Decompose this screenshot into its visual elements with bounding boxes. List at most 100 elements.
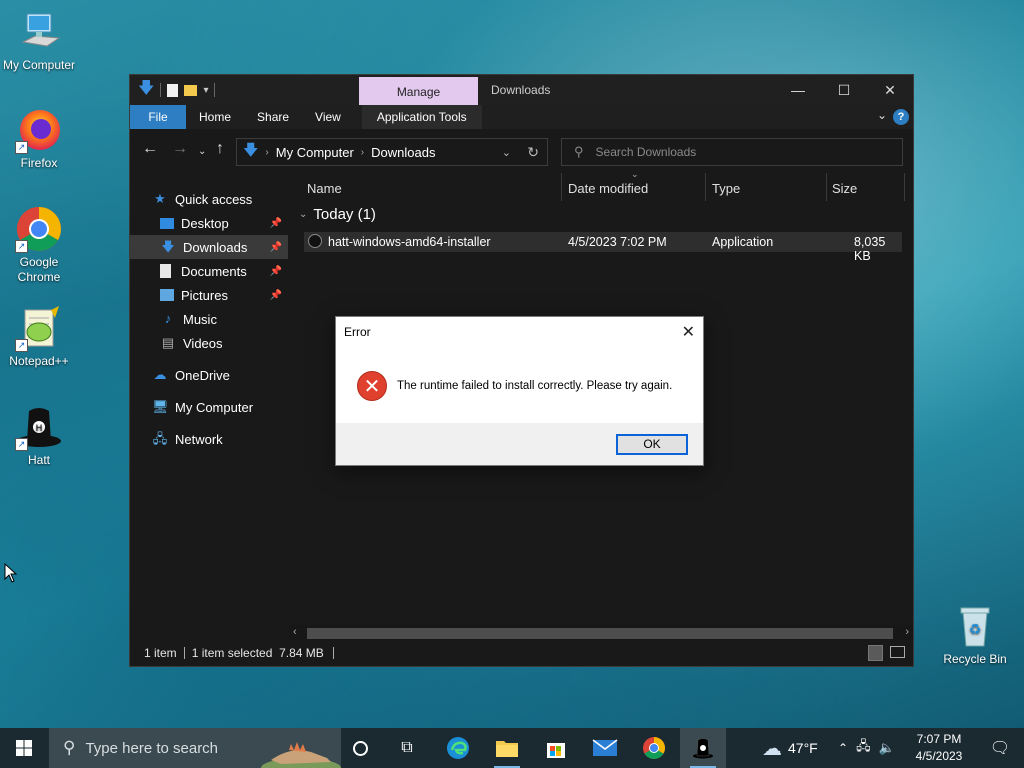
column-separator[interactable] xyxy=(826,173,827,201)
network-icon[interactable]: 🖧 xyxy=(856,737,871,759)
forward-icon[interactable]: → xyxy=(172,141,188,157)
pin-icon[interactable]: 📌 xyxy=(270,218,282,229)
taskbar-hatt[interactable] xyxy=(680,728,726,768)
nav-pictures[interactable]: Pictures 📌 xyxy=(130,283,288,307)
taskbar-file-explorer[interactable] xyxy=(484,728,530,768)
separator xyxy=(183,647,185,659)
column-separator[interactable] xyxy=(561,173,562,201)
desktop-icon-my-computer[interactable]: My Computer xyxy=(0,8,78,73)
column-date-modified[interactable]: Date modified xyxy=(568,181,648,196)
column-size[interactable]: Size xyxy=(832,181,857,196)
nav-documents[interactable]: Documents 📌 xyxy=(130,259,288,283)
file-row[interactable]: hatt-windows-amd64-installer 4/5/2023 7:… xyxy=(304,232,902,263)
tab-application-tools[interactable]: Application Tools xyxy=(361,105,482,129)
nav-videos[interactable]: ▤ Videos xyxy=(130,331,288,355)
desktop-icon-firefox[interactable]: ↗ Firefox xyxy=(0,106,78,171)
desktop-icon-hatt[interactable]: H ↗ Hatt xyxy=(0,403,78,468)
tab-manage[interactable]: Manage xyxy=(359,77,478,105)
chevron-down-icon: ⌄ xyxy=(299,209,308,220)
tab-view[interactable]: View xyxy=(302,105,354,129)
nav-network[interactable]: 🖧 Network xyxy=(130,427,288,451)
pin-icon[interactable]: 📌 xyxy=(270,290,282,301)
taskbar-chrome[interactable] xyxy=(631,728,677,768)
show-hidden-icons-icon[interactable]: ⌃ xyxy=(838,741,848,755)
column-separator[interactable] xyxy=(904,173,905,201)
shortcut-arrow-icon: ↗ xyxy=(15,141,28,154)
scroll-left-icon[interactable]: ‹ xyxy=(293,626,297,638)
address-bar[interactable]: 🡇 › My Computer › Downloads ⌄ ↻ xyxy=(236,138,548,166)
address-dropdown-icon[interactable]: ⌄ xyxy=(502,146,511,159)
weather-widget[interactable]: ☁ 47°F xyxy=(762,728,818,768)
back-icon[interactable]: ← xyxy=(142,141,158,157)
up-icon[interactable]: ↑ xyxy=(216,141,224,157)
tab-file[interactable]: File xyxy=(130,105,186,129)
maximize-button[interactable]: ☐ xyxy=(821,75,867,105)
notifications-button[interactable]: 🗨 xyxy=(980,728,1020,768)
chevron-right-icon[interactable]: › xyxy=(361,147,364,158)
nav-desktop[interactable]: Desktop 📌 xyxy=(130,211,288,235)
pin-icon[interactable]: 📌 xyxy=(270,266,282,277)
desktop-icon-notepadpp[interactable]: ↗ Notepad++ xyxy=(0,304,78,369)
nav-label: Documents xyxy=(181,263,247,279)
taskbar-mail[interactable] xyxy=(582,728,628,768)
column-name[interactable]: Name xyxy=(307,181,342,196)
scroll-right-icon[interactable]: › xyxy=(905,626,909,638)
volume-icon[interactable]: 🔈 xyxy=(879,740,895,756)
chrome-icon xyxy=(643,737,665,759)
folder-icon xyxy=(496,741,518,757)
large-icons-view-icon[interactable] xyxy=(890,646,905,658)
title-bar[interactable]: 🡇 ▾ Manage Downloads — ☐ ✕ xyxy=(130,75,913,105)
scrollbar-thumb[interactable] xyxy=(307,628,893,639)
search-placeholder: Search Downloads xyxy=(595,145,697,159)
downloads-icon: 🡇 xyxy=(243,141,259,159)
nav-downloads[interactable]: 🡇 Downloads 📌 xyxy=(130,235,288,259)
column-separator[interactable] xyxy=(705,173,706,201)
minimize-button[interactable]: — xyxy=(775,75,821,105)
clock[interactable]: 7:07 PM 4/5/2023 xyxy=(900,731,978,765)
recent-locations-icon[interactable]: ⌄ xyxy=(198,144,206,160)
new-folder-icon[interactable] xyxy=(184,84,198,96)
details-view-icon[interactable] xyxy=(868,645,883,661)
column-type[interactable]: Type xyxy=(712,181,740,196)
desktop-icon-chrome[interactable]: ↗ Google Chrome xyxy=(0,205,78,285)
file-date: 4/5/2023 7:02 PM xyxy=(568,235,667,249)
desktop-icon-recycle-bin[interactable]: ♻ Recycle Bin xyxy=(936,602,1014,667)
customize-qat-icon[interactable]: ▾ xyxy=(203,85,208,96)
nav-my-computer[interactable]: 🖥 My Computer xyxy=(130,395,288,419)
search-icon: ⚲ xyxy=(574,144,584,159)
desktop-icon-label: Notepad++ xyxy=(9,354,69,368)
taskbar-edge[interactable] xyxy=(435,728,481,768)
window-title: Downloads xyxy=(491,83,551,97)
nav-music[interactable]: ♪ Music xyxy=(130,307,288,331)
shortcut-arrow-icon: ↗ xyxy=(15,339,28,352)
nav-quick-access[interactable]: ★ Quick access xyxy=(130,187,288,211)
help-icon[interactable]: ? xyxy=(893,109,909,125)
downloads-icon: 🡇 xyxy=(161,239,175,254)
breadcrumb-downloads[interactable]: Downloads xyxy=(371,145,435,160)
separator xyxy=(214,83,216,97)
tab-share[interactable]: Share xyxy=(244,105,302,129)
horizontal-scrollbar[interactable]: ‹ › xyxy=(289,625,913,641)
tab-home[interactable]: Home xyxy=(186,105,244,129)
desktop-icon-label: My Computer xyxy=(2,58,76,72)
task-view-button[interactable] xyxy=(337,728,383,768)
start-button[interactable] xyxy=(0,728,48,768)
dialog-close-button[interactable]: ✕ xyxy=(682,322,695,342)
search-box[interactable]: ⚲ Search Downloads xyxy=(561,138,903,166)
taskbar-search[interactable]: ⚲ Type here to search xyxy=(49,728,341,768)
nav-onedrive[interactable]: ☁ OneDrive xyxy=(130,363,288,387)
taskbar-store[interactable] xyxy=(533,728,579,768)
pin-icon[interactable]: 📌 xyxy=(270,242,282,253)
ok-button[interactable]: OK xyxy=(616,434,688,455)
refresh-icon[interactable]: ↻ xyxy=(527,144,539,161)
group-header-today[interactable]: ⌄ Today (1) xyxy=(299,206,376,223)
task-view-button[interactable]: ⧉ xyxy=(384,728,430,768)
breadcrumb-my-computer[interactable]: My Computer xyxy=(276,145,354,160)
error-dialog[interactable]: Error ✕ ✕ The runtime failed to install … xyxy=(335,316,704,466)
close-button[interactable]: ✕ xyxy=(867,75,913,105)
chevron-right-icon[interactable]: › xyxy=(265,147,268,158)
expand-ribbon-icon[interactable]: ⌄ xyxy=(877,108,887,122)
shortcut-arrow-icon: ↗ xyxy=(15,438,28,451)
mail-icon xyxy=(592,739,618,756)
properties-icon[interactable] xyxy=(167,83,179,97)
